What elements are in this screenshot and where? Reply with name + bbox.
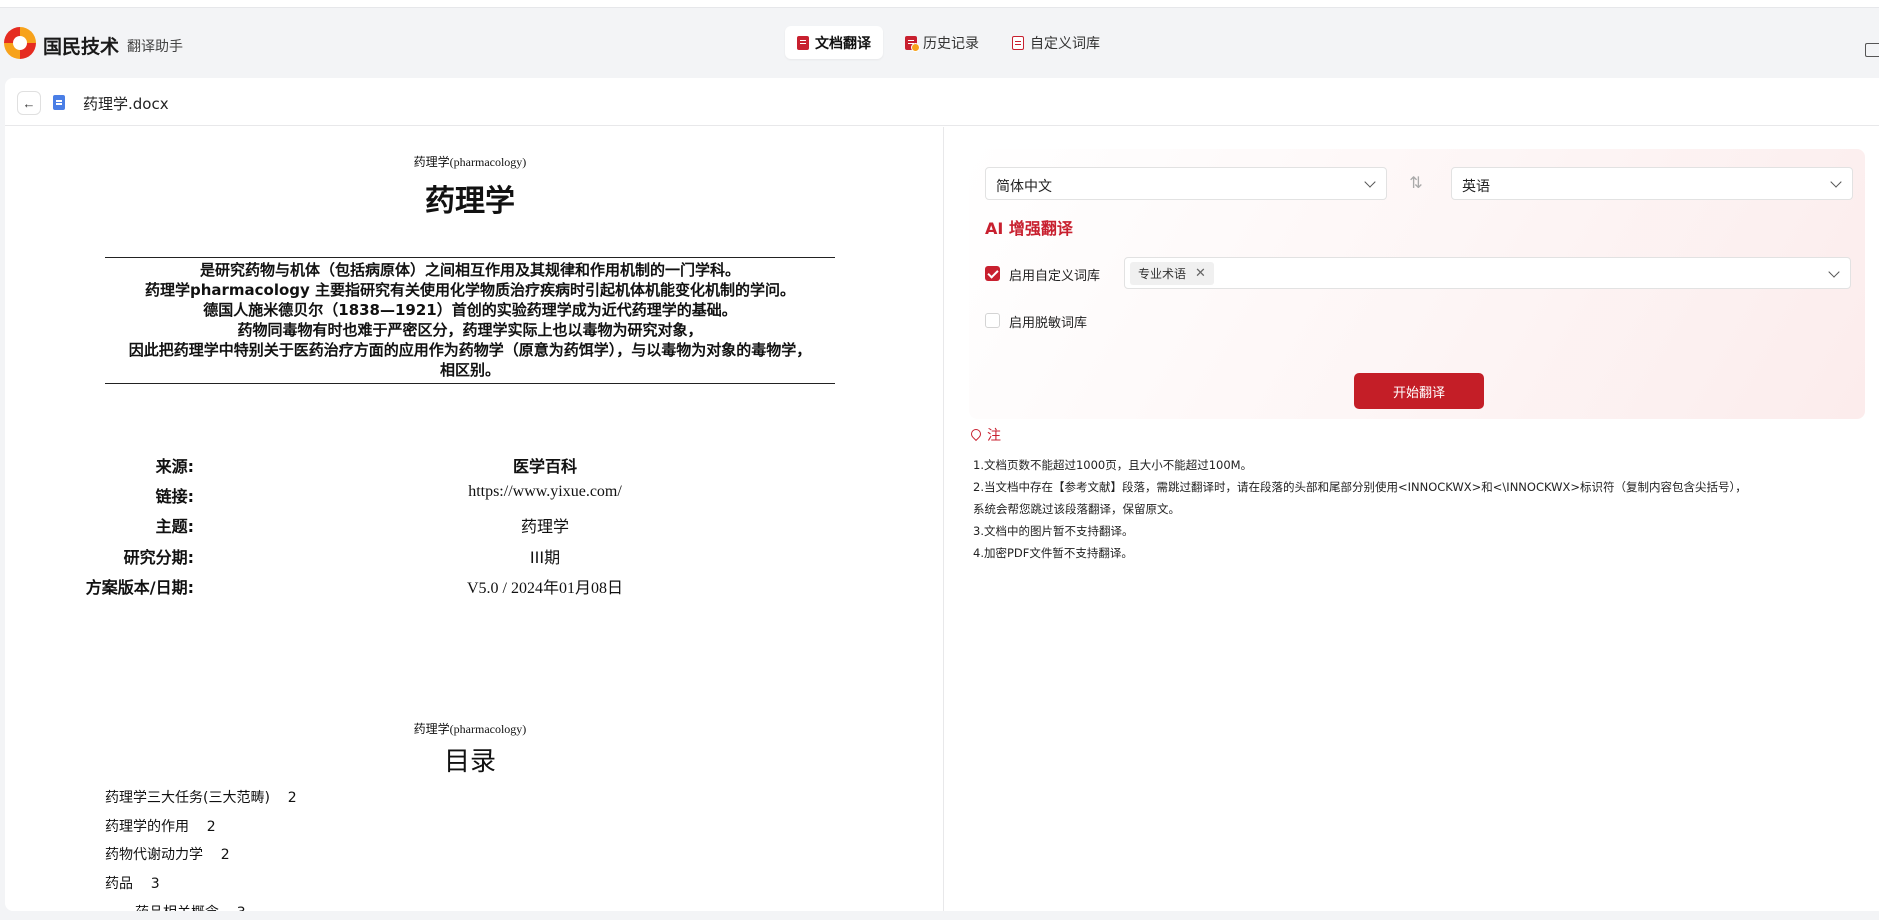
- toc-item: 药品相关概念 3: [135, 902, 246, 911]
- tab-history[interactable]: 历史记录: [893, 26, 991, 59]
- tab-custom-dictionary[interactable]: 自定义词库: [1000, 26, 1112, 59]
- notes-title: 注: [987, 428, 1001, 444]
- back-button[interactable]: ←: [17, 91, 41, 115]
- meta-label: 研究分期:: [123, 548, 194, 567]
- toc-item: 药理学的作用 2: [105, 819, 216, 835]
- desensitize-label: 启用脱敏词库: [1009, 316, 1088, 331]
- abstract-line: 药理学pharmacology 主要指研究有关使用化学物质治疗疾病时引起机体机能…: [144, 281, 796, 299]
- custom-dictionary-checkbox[interactable]: [985, 266, 1000, 281]
- toc-item: 药理学三大任务(三大范畴) 2: [105, 790, 297, 806]
- ai-enhanced-title: AI 增强翻译: [985, 219, 1073, 238]
- swap-languages-icon[interactable]: ⇅: [1405, 173, 1427, 195]
- abstract-line: 德国人施米德贝尔（1838—1921）首创的实验药理学成为近代药理学的基础。: [203, 301, 737, 319]
- meta-value: V5.0 / 2024年01月08日: [466, 580, 623, 597]
- tag-label: 专业术语: [1138, 267, 1187, 281]
- logout-icon[interactable]: [1865, 43, 1879, 57]
- meta-row-link: 链接: https://www.yixue.com/: [5, 483, 935, 507]
- meta-row-phase: 研究分期: III期: [5, 544, 935, 568]
- meta-row-version: 方案版本/日期: V5.0 / 2024年01月08日: [5, 574, 935, 598]
- abstract-line: 因此把药理学中特别关于医药治疗方面的应用作为药物学（原意为药饵学），与以毒物为对…: [128, 341, 812, 359]
- dictionary-select[interactable]: 专业术语 ✕: [1124, 257, 1851, 289]
- note-line: 系统会帮您跳过该段落翻译，保留原文。: [973, 502, 1180, 516]
- chevron-down-icon: [1830, 176, 1842, 188]
- close-icon[interactable]: ✕: [1195, 266, 1206, 281]
- dictionary-tag: 专业术语 ✕: [1130, 262, 1214, 285]
- source-language-value: 简体中文: [996, 179, 1052, 195]
- meta-label: 链接:: [155, 487, 194, 506]
- doc-title: 药理学: [425, 184, 515, 219]
- doc-abstract: 是研究药物与机体（包括病原体）之间相互作用及其规律和作用机制的一门学科。 药理学…: [105, 257, 835, 384]
- toc-title: 目录: [443, 747, 496, 777]
- custom-dictionary-icon: [1012, 35, 1024, 50]
- target-language-value: 英语: [1462, 179, 1490, 195]
- abstract-line: 相区别。: [439, 361, 500, 379]
- window-top-strip: [0, 0, 1879, 8]
- toc-header-text: 药理学(pharmacology): [413, 722, 527, 736]
- tab-label: 历史记录: [923, 35, 979, 52]
- main-panel: ← 药理学.docx 药理学(pharmacology) 药理学 是研究药物与机…: [5, 78, 1879, 911]
- custom-dictionary-label: 启用自定义词库: [1009, 269, 1101, 284]
- desensitize-checkbox[interactable]: [985, 313, 1000, 328]
- arrow-left-icon: ←: [22, 95, 36, 111]
- target-language-select[interactable]: 英语: [1451, 167, 1853, 200]
- file-name: 药理学.docx: [83, 95, 169, 113]
- brand-name: 国民技术: [43, 36, 120, 58]
- location-pin-icon: [971, 429, 981, 442]
- history-icon: [905, 35, 920, 52]
- tab-label: 自定义词库: [1030, 35, 1100, 52]
- meta-value: III期: [529, 548, 561, 567]
- note-line: 2.当文档中存在【参考文献】段落，需跳过翻译时，请在段落的头部和尾部分别使用<I…: [973, 480, 1747, 494]
- meta-value: https://www.yixue.com/: [468, 483, 622, 500]
- doc-header-text: 药理学(pharmacology): [413, 155, 527, 169]
- abstract-line: 是研究药物与机体（包括病原体）之间相互作用及其规律和作用机制的一门学科。: [199, 261, 740, 279]
- tab-label: 文档翻译: [815, 35, 871, 52]
- note-line: 1.文档页数不能超过1000页，且大小不能超过100M。: [973, 458, 1253, 472]
- tab-document-translate[interactable]: 文档翻译: [785, 26, 883, 59]
- docx-file-icon: [53, 95, 65, 110]
- start-translate-button[interactable]: 开始翻译: [1354, 373, 1484, 409]
- translation-settings-pane: 简体中文 ⇅ 英语 AI 增强翻译 启用自定义词库 专业术语 ✕ 启用脱敏词库 …: [945, 127, 1879, 911]
- meta-label: 方案版本/日期:: [85, 578, 194, 597]
- settings-card: 简体中文 ⇅ 英语 AI 增强翻译 启用自定义词库 专业术语 ✕ 启用脱敏词库 …: [969, 149, 1865, 419]
- brand-logo-icon: [4, 27, 36, 59]
- note-line: 3.文档中的图片暂不支持翻译。: [973, 524, 1134, 538]
- abstract-line: 药物同毒物有时也难于严密区分，药理学实际上也以毒物为研究对象，: [237, 321, 703, 339]
- meta-label: 来源:: [155, 457, 194, 476]
- toc-item: 药品 3: [105, 876, 160, 892]
- chevron-down-icon: [1364, 176, 1376, 188]
- document-translate-icon: [797, 35, 809, 50]
- meta-label: 主题:: [155, 517, 194, 536]
- file-bar: ← 药理学.docx: [5, 78, 1879, 126]
- chevron-down-icon: [1828, 266, 1840, 278]
- source-language-select[interactable]: 简体中文: [985, 167, 1387, 200]
- app-header: 国民技术 翻译助手 文档翻译 历史记录 自定义词库: [0, 8, 1879, 78]
- meta-row-source: 来源: 医学百科: [5, 453, 935, 477]
- meta-row-topic: 主题: 药理学: [5, 513, 935, 537]
- document-preview[interactable]: 药理学(pharmacology) 药理学 是研究药物与机体（包括病原体）之间相…: [5, 127, 944, 911]
- meta-value: 药理学: [520, 517, 569, 536]
- note-line: 4.加密PDF文件暂不支持翻译。: [973, 546, 1133, 560]
- toc-item: 药物代谢动力学 2: [105, 847, 230, 863]
- app-subtitle: 翻译助手: [127, 39, 183, 55]
- notes-header: 注: [971, 425, 1001, 445]
- meta-value: 医学百科: [512, 457, 577, 476]
